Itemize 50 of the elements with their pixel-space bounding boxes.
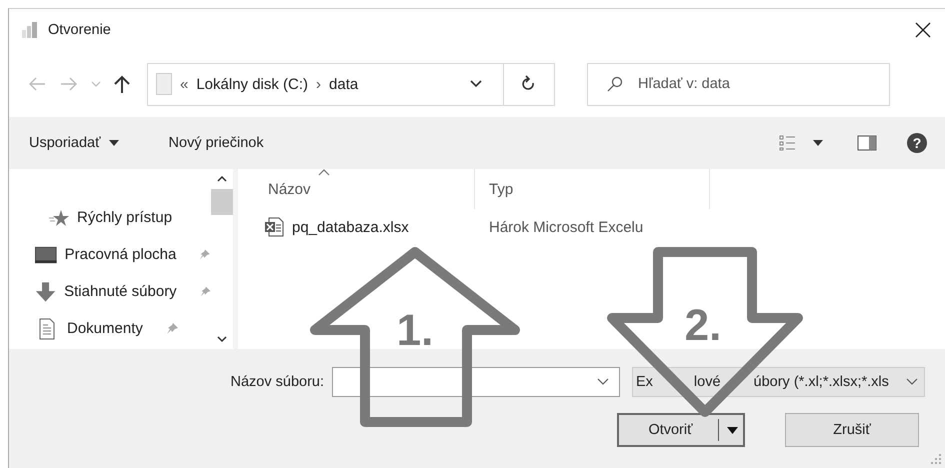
path-segment[interactable]: data — [329, 76, 358, 92]
download-arrow-icon — [35, 280, 56, 302]
resize-grip-icon[interactable] — [931, 454, 941, 464]
filter-text: úbory (*.xl;*.xlsx;*.xls — [754, 374, 889, 390]
caret-icon[interactable] — [813, 140, 823, 146]
preview-pane-icon[interactable] — [857, 135, 877, 151]
file-name[interactable]: pq_databaza.xlsx — [292, 218, 409, 236]
filter-text: lové — [694, 374, 721, 390]
folder-icon — [156, 73, 172, 95]
caret-icon[interactable] — [727, 426, 738, 434]
new-folder-button[interactable]: Nový priečinok — [162, 131, 270, 155]
help-icon[interactable]: ? — [907, 133, 927, 153]
open-button[interactable]: Otvoriť — [617, 413, 745, 447]
filename-field[interactable] — [332, 367, 620, 397]
file-type: Hárok Microsoft Excelu — [489, 218, 644, 236]
star-icon — [49, 208, 69, 226]
chevron-down-icon[interactable] — [469, 79, 483, 89]
caret-icon — [108, 140, 119, 146]
column-header[interactable]: Názov — [238, 169, 475, 209]
filename-label: Názov súboru: — [230, 374, 324, 390]
step-number: 2. — [684, 301, 722, 350]
file-type-dropdown[interactable]: Ex lové úbory (*.xl;*.xlsx;*.xls — [632, 367, 925, 397]
window-title: Otvorenie — [48, 22, 112, 38]
view-list-icon[interactable] — [779, 134, 797, 152]
sidebar-item[interactable]: Dokumenty — [67, 320, 143, 337]
organize-button[interactable]: Usporiadať — [23, 131, 125, 155]
app-icon — [21, 21, 39, 39]
path-segment[interactable]: Lokálny disk (C:) — [196, 76, 308, 92]
path-separator[interactable]: › — [316, 76, 322, 92]
sidebar-item[interactable]: Pracovná plocha — [64, 246, 176, 263]
address-bar[interactable]: « Lokálny disk (C:) › data — [147, 62, 555, 106]
cancel-button[interactable]: Zrušiť — [785, 413, 919, 447]
scroll-thumb[interactable] — [211, 189, 233, 215]
column-header[interactable]: Typ — [475, 169, 710, 209]
sidebar-item[interactable]: Rýchly prístup — [77, 209, 172, 226]
desktop-icon — [35, 246, 57, 264]
chevron-down-icon[interactable] — [597, 378, 609, 386]
search-icon — [607, 76, 623, 92]
sidebar-item[interactable]: Stiahnuté súbory — [64, 283, 177, 300]
up-arrow-icon[interactable] — [113, 74, 131, 94]
search-field[interactable]: Hľadať v: data — [587, 62, 890, 106]
step-number: 1. — [396, 306, 434, 355]
spreadsheet-file-icon — [264, 217, 284, 237]
chevron-down-icon[interactable] — [216, 335, 228, 343]
refresh-icon[interactable] — [521, 75, 537, 93]
filter-text: Ex — [636, 374, 653, 390]
chevron-down-icon — [906, 378, 918, 386]
path-overflow[interactable]: « — [180, 76, 188, 92]
close-icon[interactable] — [915, 22, 931, 38]
chevron-up-icon[interactable] — [216, 175, 228, 183]
